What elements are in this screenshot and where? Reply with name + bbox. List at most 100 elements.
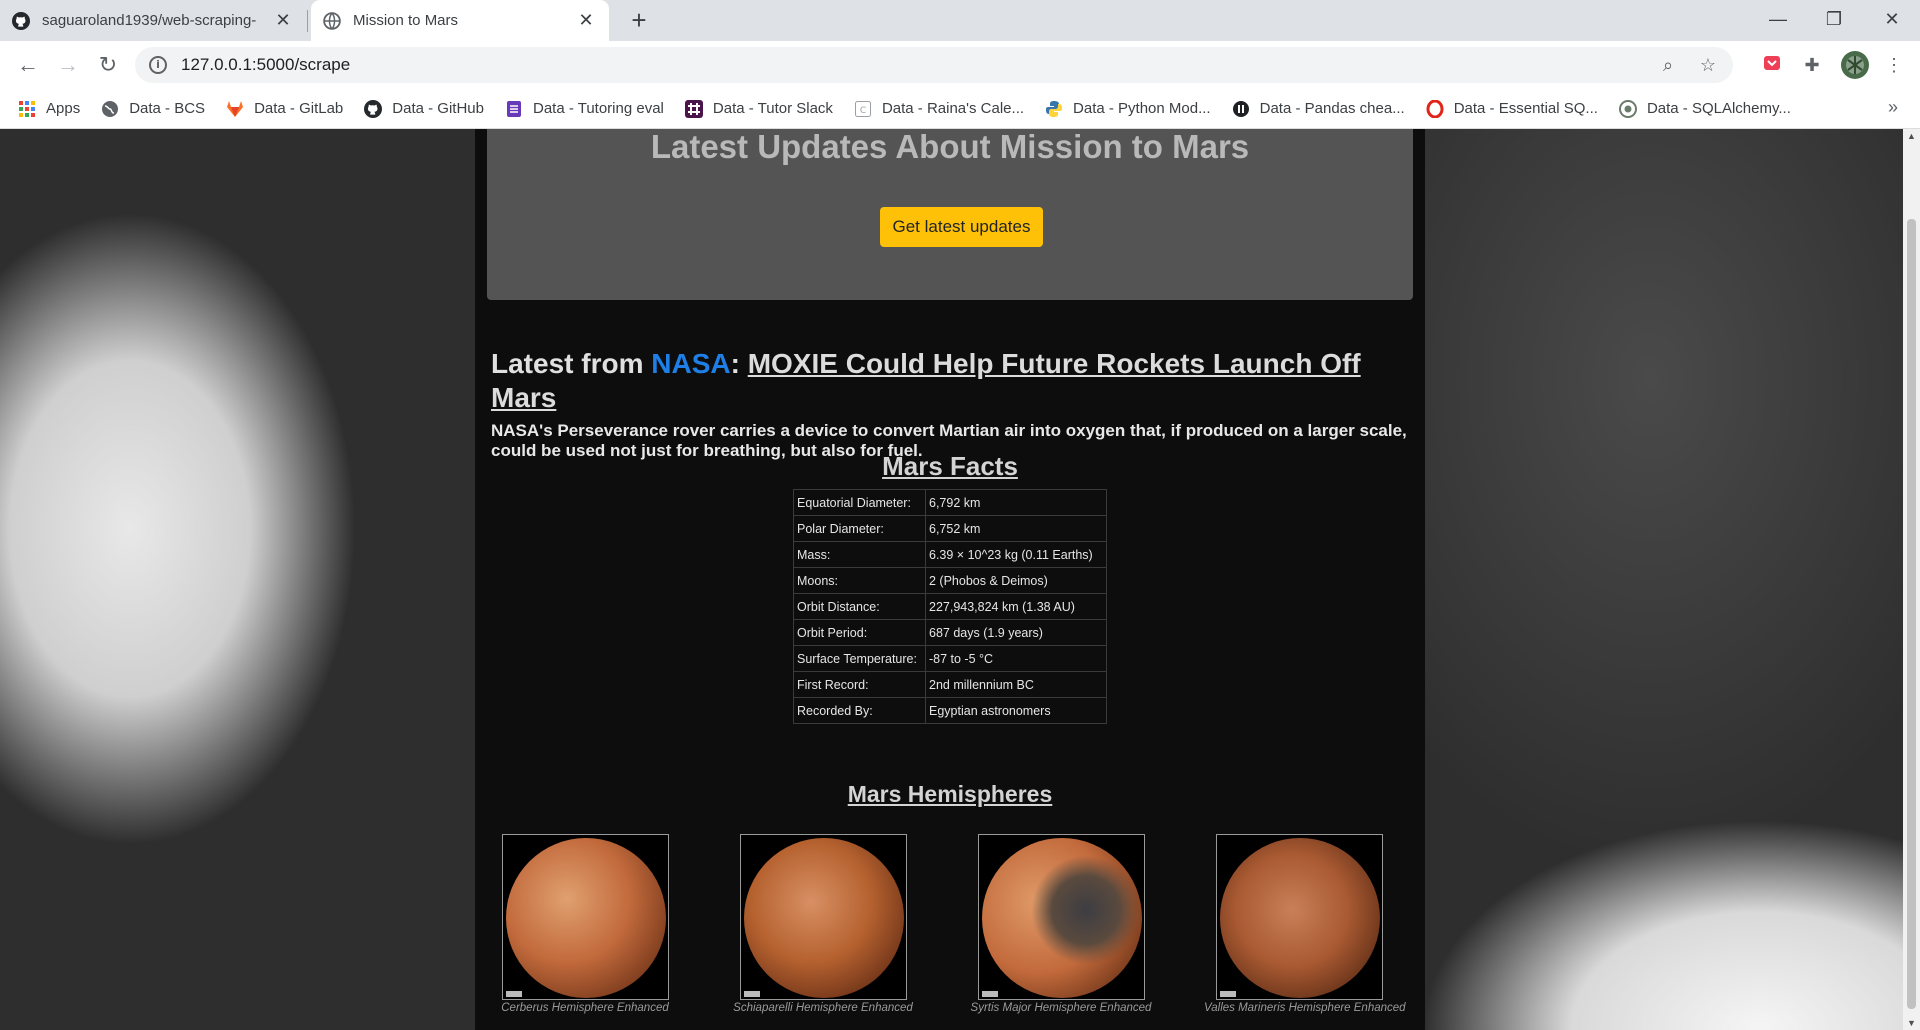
address-bar[interactable]: i 127.0.0.1:5000/scrape ⌕ ☆: [135, 47, 1733, 83]
mars-valles-marineris-image: [1219, 838, 1380, 998]
latest-news: Latest from NASA: MOXIE Could Help Futur…: [491, 347, 1411, 461]
mars-hemispheres-title: Mars Hemispheres: [847, 781, 1053, 807]
facts-row: First Record: 2nd millennium BC: [793, 671, 1107, 698]
tab-divider: [307, 10, 308, 32]
tab-title: saguaroland1939/web-scraping-: [42, 12, 257, 29]
fact-label: Orbit Distance:: [793, 593, 926, 620]
mars-facts-title: Mars Facts: [882, 451, 1018, 481]
more-menu-icon[interactable]: ⋮: [1882, 53, 1906, 77]
bookmark-star-icon[interactable]: ☆: [1693, 55, 1723, 76]
url-text[interactable]: 127.0.0.1:5000/scrape: [181, 55, 1653, 75]
tab-mission-to-mars[interactable]: Mission to Mars ✕: [311, 0, 609, 41]
opera-icon: [1426, 99, 1444, 118]
usgs-logo: [1219, 991, 1236, 997]
fact-value: 6.39 × 10^23 kg (0.11 Earths): [925, 541, 1107, 568]
hemisphere-image-frame[interactable]: [501, 834, 669, 1000]
bookmark-label: Data - SQLAlchemy...: [1646, 100, 1791, 117]
slack-icon: [684, 99, 703, 118]
zoom-icon[interactable]: ⌕: [1653, 55, 1683, 76]
facts-row: Surface Temperature: -87 to -5 °C: [793, 645, 1107, 672]
fact-label: Surface Temperature:: [793, 645, 926, 672]
hemisphere-card-cerberus: Cerberus Hemisphere Enhanced: [490, 834, 680, 1014]
mars-schiaparelli-image: [743, 838, 904, 998]
bookmark-bcs[interactable]: Data - BCS: [101, 100, 205, 118]
fact-value: Egyptian astronomers: [925, 697, 1107, 724]
bookmark-label: Data - GitLab: [254, 100, 344, 117]
fact-label: Polar Diameter:: [793, 515, 926, 542]
calendar-icon: C: [854, 100, 871, 117]
scrollbar-thumb[interactable]: [1907, 219, 1916, 1009]
hemisphere-image-frame[interactable]: [977, 834, 1145, 1000]
bookmark-label: Data - Raina's Cale...: [881, 100, 1025, 117]
bookmark-github[interactable]: Data - GitHub: [364, 99, 484, 118]
bookmark-gitlab[interactable]: Data - GitLab: [226, 100, 343, 118]
hemisphere-card-schiaparelli: Schiaparelli Hemisphere Enhanced: [728, 834, 918, 1014]
news-source: NASA: [651, 348, 731, 379]
usgs-logo: [981, 991, 998, 997]
hemisphere-caption: Valles Marineris Hemisphere Enhanced: [1204, 1002, 1406, 1014]
bookmark-tutoring-eval[interactable]: Data - Tutoring eval: [505, 100, 664, 118]
fact-value: 2nd millennium BC: [925, 671, 1107, 698]
hemisphere-card-valles-marineris: Valles Marineris Hemisphere Enhanced: [1204, 834, 1406, 1014]
get-latest-updates-button[interactable]: Get latest updates: [880, 207, 1043, 247]
news-prefix: Latest from: [491, 348, 652, 379]
site-info-icon[interactable]: i: [149, 56, 167, 74]
page-viewport: Latest Updates About Mission to Mars Get…: [0, 129, 1903, 1030]
hemisphere-caption: Cerberus Hemisphere Enhanced: [501, 1002, 669, 1014]
fact-value: 6,792 km: [925, 489, 1107, 516]
scroll-up-arrow-icon[interactable]: ▲: [1903, 131, 1920, 141]
bookmark-label: Data - BCS: [129, 100, 206, 117]
close-tab-icon[interactable]: ✕: [575, 10, 597, 31]
fact-value: 227,943,824 km (1.38 AU): [925, 593, 1107, 620]
globe-icon: [102, 100, 119, 117]
usgs-logo: [505, 991, 522, 997]
bookmark-essential-sql[interactable]: Data - Essential SQ...: [1426, 99, 1598, 118]
reload-icon[interactable]: ↻: [92, 49, 124, 81]
page-scrollbar[interactable]: ▲ ▼: [1903, 129, 1920, 1030]
browser-toolbar: ← → ↻ i 127.0.0.1:5000/scrape ⌕ ☆ ✚ ⋮: [0, 41, 1920, 89]
bookmark-label: Apps: [46, 100, 81, 117]
extensions-puzzle-icon[interactable]: ✚: [1800, 53, 1824, 77]
hemisphere-image-frame[interactable]: [1215, 834, 1383, 1000]
minimize-icon[interactable]: —: [1750, 0, 1806, 41]
fact-value: 6,752 km: [925, 515, 1107, 542]
bookmark-apps[interactable]: Apps: [18, 100, 80, 118]
hemisphere-image-frame[interactable]: [739, 834, 907, 1000]
fact-label: Mass:: [793, 541, 926, 568]
close-tab-icon[interactable]: ✕: [272, 10, 294, 31]
bookmark-raina-calendar[interactable]: C Data - Raina's Cale...: [854, 100, 1024, 118]
mars-cerberus-image: [505, 838, 666, 998]
pocket-extension-icon[interactable]: [1760, 53, 1784, 77]
fact-label: Recorded By:: [793, 697, 926, 724]
fact-value: 687 days (1.9 years): [925, 619, 1107, 646]
bookmarks-bar: Apps Data - BCS Data - GitLab Data - Git…: [0, 89, 1920, 129]
scroll-down-arrow-icon[interactable]: ▼: [1903, 1018, 1920, 1028]
bookmark-label: Data - Tutor Slack: [712, 100, 833, 117]
bookmark-tutor-slack[interactable]: Data - Tutor Slack: [684, 99, 833, 118]
restore-icon[interactable]: ❐: [1806, 0, 1862, 41]
fact-label: Moons:: [793, 567, 926, 594]
mars-facts-table: Equatorial Diameter: 6,792 km Polar Diamet…: [793, 489, 1107, 724]
facts-row: Orbit Period: 687 days (1.9 years): [793, 619, 1107, 646]
page-title: Latest Updates About Mission to Mars: [650, 129, 1250, 165]
form-icon: [506, 100, 521, 117]
bookmark-sqlalchemy[interactable]: Data - SQLAlchemy...: [1618, 99, 1791, 118]
gitlab-icon: [227, 100, 244, 117]
python-icon: [1046, 100, 1063, 117]
tab-github[interactable]: saguaroland1939/web-scraping- ✕: [0, 0, 306, 41]
bookmarks-overflow-icon[interactable]: »: [1888, 97, 1898, 118]
profile-avatar[interactable]: [1840, 50, 1870, 80]
bookmark-python-modules[interactable]: Data - Python Mod...: [1045, 100, 1211, 118]
forward-arrow-icon[interactable]: →: [52, 49, 84, 81]
github-icon: [364, 99, 383, 118]
fact-value: 2 (Phobos & Deimos): [925, 567, 1107, 594]
back-arrow-icon[interactable]: ←: [12, 49, 44, 81]
close-window-icon[interactable]: ✕: [1864, 0, 1920, 41]
bookmark-pandas-cheatsheet[interactable]: Data - Pandas chea...: [1232, 100, 1405, 118]
news-heading: Latest from NASA: MOXIE Could Help Futur…: [491, 347, 1411, 415]
jumbotron: Latest Updates About Mission to Mars Get…: [487, 129, 1413, 300]
hemisphere-caption: Schiaparelli Hemisphere Enhanced: [733, 1002, 913, 1014]
bookmark-label: Data - Pandas chea...: [1259, 100, 1405, 117]
sqlalchemy-icon: [1618, 99, 1637, 118]
new-tab-button[interactable]: +: [624, 6, 654, 36]
